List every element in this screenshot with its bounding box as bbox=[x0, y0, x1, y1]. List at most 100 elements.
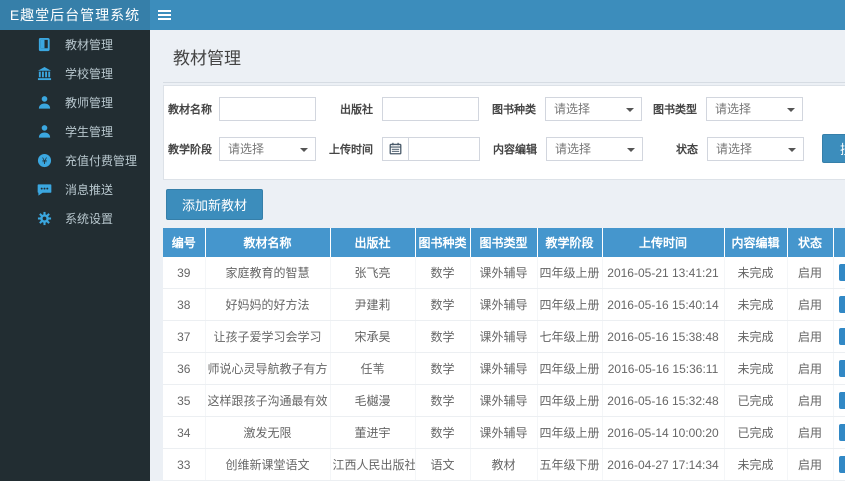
filter-status: 状态 请选择 bbox=[643, 136, 804, 161]
app-root: E趣堂后台管理系统 教材管理 学校管理 教师管理 学生管理 ¥ 充值付费管理 消… bbox=[0, 0, 845, 481]
teaching-stage-label: 教学阶段 bbox=[168, 143, 212, 156]
sidebar-item-label: 教师管理 bbox=[65, 96, 114, 110]
content-edit-label: 内容编辑 bbox=[493, 143, 537, 156]
cell-type: 课外辅导 bbox=[470, 416, 538, 449]
sidebar-item-settings[interactable]: 系统设置 bbox=[0, 204, 150, 233]
sidebar-item-schools[interactable]: 学校管理 bbox=[0, 59, 150, 88]
row-action-button[interactable] bbox=[838, 328, 845, 345]
cell-publisher: 董进宇 bbox=[330, 416, 416, 449]
cell-category: 语文 bbox=[415, 448, 471, 481]
sidebar-item-payments[interactable]: ¥ 充值付费管理 bbox=[0, 146, 150, 175]
cell-actions bbox=[833, 384, 845, 417]
row-action-button[interactable] bbox=[838, 392, 845, 409]
cell-publisher: 尹建莉 bbox=[330, 288, 416, 321]
column-header-actions bbox=[833, 228, 845, 257]
cell-status: 启用 bbox=[787, 288, 834, 321]
cell-edit-status: 未完成 bbox=[724, 288, 788, 321]
row-action-button[interactable] bbox=[838, 424, 845, 441]
cell-stage: 四年级上册 bbox=[537, 288, 603, 321]
settings-gear-icon bbox=[37, 211, 52, 226]
column-header-publisher: 出版社 bbox=[330, 228, 416, 257]
column-header-upload-time: 上传时间 bbox=[602, 228, 725, 257]
row-action-button[interactable] bbox=[838, 264, 845, 281]
cell-name: 这样跟孩子沟通最有效 bbox=[205, 384, 331, 417]
table-row: 37 让孩子爱学习会学习 宋承昊 数学 课外辅导 七年级上册 2016-05-16 15:3… bbox=[163, 320, 845, 353]
sidebar-item-label: 消息推送 bbox=[65, 183, 114, 197]
cell-id: 36 bbox=[163, 352, 206, 385]
book-type-select[interactable]: 请选择 bbox=[706, 97, 803, 121]
filter-row-1: 教材名称 出版社 图书种类 请选择 图书类型 请选择 bbox=[168, 97, 845, 121]
sidebar-item-textbooks[interactable]: 教材管理 bbox=[0, 30, 150, 59]
content-edit-select[interactable]: 请选择 bbox=[546, 136, 643, 161]
cell-edit-status: 未完成 bbox=[724, 257, 788, 289]
app-logo[interactable]: E趣堂后台管理系统 bbox=[0, 0, 150, 30]
cell-upload-time: 2016-05-16 15:40:14 bbox=[602, 288, 725, 321]
filter-teaching-stage: 教学阶段 请选择 bbox=[168, 136, 316, 161]
textbook-name-input[interactable] bbox=[219, 97, 316, 121]
page-title: 教材管理 bbox=[173, 49, 241, 68]
sidebar-item-students[interactable]: 学生管理 bbox=[0, 117, 150, 146]
cell-upload-time: 2016-05-14 10:00:20 bbox=[602, 416, 725, 449]
payment-icon: ¥ bbox=[37, 153, 52, 168]
column-header-type: 图书类型 bbox=[470, 228, 538, 257]
sidebar-item-messages[interactable]: 消息推送 bbox=[0, 175, 150, 204]
top-navbar: E趣堂后台管理系统 bbox=[0, 0, 845, 30]
sidebar-item-label: 充值付费管理 bbox=[65, 154, 138, 168]
cell-actions bbox=[833, 320, 845, 353]
book-icon bbox=[37, 37, 52, 52]
calendar-icon[interactable] bbox=[382, 136, 408, 161]
row-action-button[interactable] bbox=[838, 456, 845, 473]
row-action-button[interactable] bbox=[838, 296, 845, 313]
book-category-select[interactable]: 请选择 bbox=[545, 97, 642, 121]
teaching-stage-select[interactable]: 请选择 bbox=[219, 136, 316, 161]
add-textbook-button[interactable]: 添加新教材 bbox=[166, 189, 264, 220]
cell-category: 数学 bbox=[415, 352, 471, 385]
column-header-status: 状态 bbox=[787, 228, 834, 257]
cell-stage: 七年级上册 bbox=[537, 320, 603, 353]
filter-book-category: 图书种类 请选择 bbox=[479, 97, 642, 121]
sidebar-item-label: 系统设置 bbox=[65, 212, 114, 226]
cell-stage: 四年级上册 bbox=[537, 352, 603, 385]
cell-category: 数学 bbox=[415, 288, 471, 321]
sidebar-item-teachers[interactable]: 教师管理 bbox=[0, 88, 150, 117]
cell-name: 家庭教育的智慧 bbox=[205, 257, 331, 289]
textbook-table-container: 编号 教材名称 出版社 图书种类 图书类型 教学阶段 上传时间 内容编辑 状态 39 家庭教育的智… bbox=[163, 228, 845, 481]
cell-type: 教材 bbox=[470, 448, 538, 481]
chevron-down-icon bbox=[627, 147, 635, 152]
upload-time-input[interactable] bbox=[408, 136, 480, 161]
cell-type: 课外辅导 bbox=[470, 352, 538, 385]
status-select[interactable]: 请选择 bbox=[707, 136, 804, 161]
cell-actions bbox=[833, 257, 845, 289]
cell-stage: 四年级上册 bbox=[537, 416, 603, 449]
cell-category: 数学 bbox=[415, 384, 471, 417]
cell-upload-time: 2016-05-21 13:41:21 bbox=[602, 257, 725, 289]
cell-id: 34 bbox=[163, 416, 206, 449]
teacher-icon bbox=[37, 95, 52, 110]
sidebar-item-label: 学生管理 bbox=[65, 125, 114, 139]
cell-type: 课外辅导 bbox=[470, 288, 538, 321]
publisher-input[interactable] bbox=[382, 97, 479, 121]
cell-id: 39 bbox=[163, 257, 206, 289]
cell-edit-status: 未完成 bbox=[724, 320, 788, 353]
filter-book-type: 图书类型 请选择 bbox=[642, 97, 803, 121]
cell-publisher: 江西人民出版社 bbox=[330, 448, 416, 481]
filter-row-2: 教学阶段 请选择 上传时间 内容编辑 请选择 状态 请选择 bbox=[168, 134, 845, 163]
message-icon bbox=[37, 182, 52, 197]
cell-status: 启用 bbox=[787, 384, 834, 417]
table-row: 33 创维新课堂语文 江西人民出版社 语文 教材 五年级下册 2016-04-27 17:1… bbox=[163, 448, 845, 481]
cell-publisher: 任苇 bbox=[330, 352, 416, 385]
chevron-down-icon bbox=[626, 108, 634, 112]
table-row: 39 家庭教育的智慧 张飞亮 数学 课外辅导 四年级上册 2016-05-21 13:41:… bbox=[163, 257, 845, 289]
sidebar-toggle-button[interactable] bbox=[158, 8, 174, 22]
cell-actions bbox=[833, 416, 845, 449]
chevron-down-icon bbox=[788, 147, 796, 152]
cell-status: 启用 bbox=[787, 320, 834, 353]
row-action-button[interactable] bbox=[838, 360, 845, 377]
search-button[interactable]: 搜索 bbox=[822, 134, 845, 163]
cell-name: 激发无限 bbox=[205, 416, 331, 449]
svg-text:¥: ¥ bbox=[42, 156, 48, 166]
cell-publisher: 宋承昊 bbox=[330, 320, 416, 353]
cell-status: 启用 bbox=[787, 448, 834, 481]
cell-status: 启用 bbox=[787, 416, 834, 449]
table-row: 34 激发无限 董进宇 数学 课外辅导 四年级上册 2016-05-14 10:00:20 已… bbox=[163, 416, 845, 449]
